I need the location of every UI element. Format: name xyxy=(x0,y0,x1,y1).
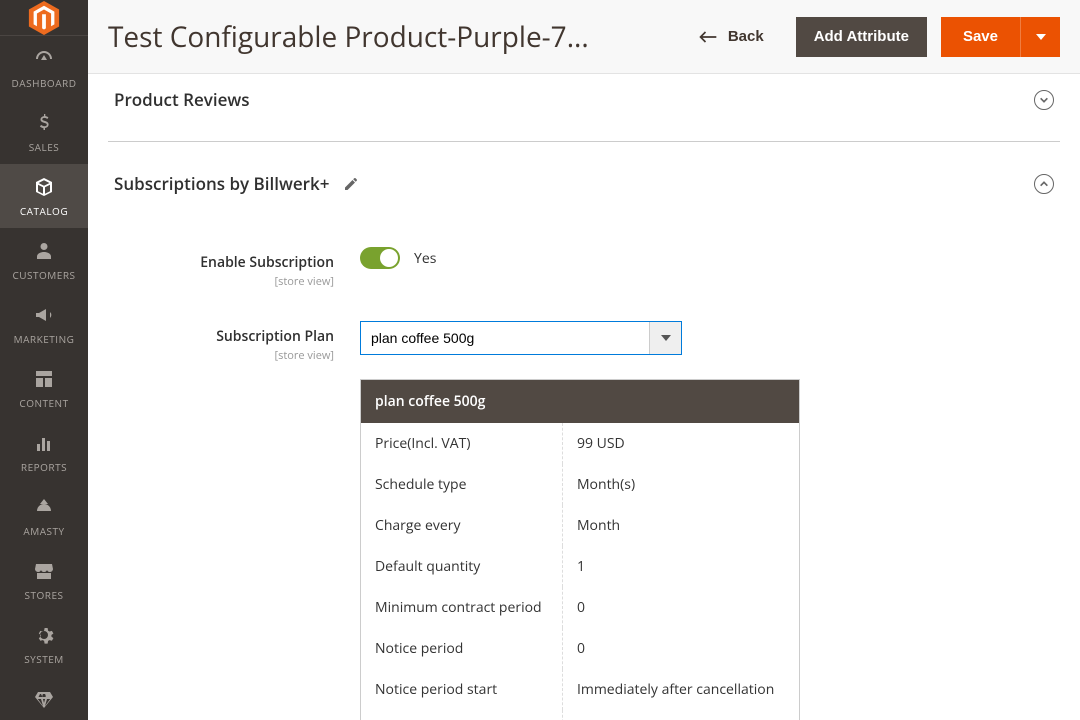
save-options-toggle[interactable] xyxy=(1020,17,1060,57)
magento-logo[interactable] xyxy=(0,0,88,36)
plan-detail-value: Month(s) xyxy=(562,464,799,505)
plan-detail-key: Notice period xyxy=(361,628,562,669)
save-button[interactable]: Save xyxy=(941,17,1020,57)
main-column: Test Configurable Product-Purple-7... Ba… xyxy=(88,0,1080,720)
sidebar-item-label: CUSTOMERS xyxy=(12,268,75,282)
section-title: Subscriptions by Billwerk+ xyxy=(114,172,329,195)
dollar-icon xyxy=(33,112,55,134)
plan-detail-value: Inactive xyxy=(562,710,799,720)
sidebar-item-label: SYSTEM xyxy=(24,652,64,666)
caret-down-icon xyxy=(1035,31,1047,43)
sidebar-item-catalog[interactable]: CATALOG xyxy=(0,164,88,228)
sidebar-item-label: AMASTY xyxy=(23,524,64,538)
sidebar-item-marketing[interactable]: MARKETING xyxy=(0,292,88,356)
field-scope: [store view] xyxy=(114,348,334,363)
pencil-icon[interactable] xyxy=(343,176,359,192)
sidebar-item-label: STORES xyxy=(25,588,64,602)
plan-details-box: plan coffee 500g Price(Incl. VAT)99 USDS… xyxy=(360,379,800,720)
plan-detail-key: Charge every xyxy=(361,505,562,546)
plan-detail-row: Price(Incl. VAT)99 USD xyxy=(361,423,799,464)
box-icon xyxy=(33,176,55,198)
sidebar-item-content[interactable]: CONTENT xyxy=(0,356,88,420)
expand-icon xyxy=(1034,90,1054,110)
sidebar-item-system[interactable]: SYSTEM xyxy=(0,612,88,676)
plan-detail-key: Include setup fee xyxy=(361,710,562,720)
arrow-left-icon xyxy=(698,30,718,44)
field-label: Subscription Plan xyxy=(216,327,334,346)
collapse-icon xyxy=(1034,174,1054,194)
gear-icon xyxy=(33,624,55,646)
plan-detail-value: Immediately after cancellation xyxy=(562,669,799,710)
sidebar-item-sales[interactable]: SALES xyxy=(0,100,88,164)
select-dropdown-toggle[interactable] xyxy=(649,322,681,354)
storefront-icon xyxy=(33,560,55,582)
back-button-label: Back xyxy=(728,28,764,45)
plan-detail-key: Notice period start xyxy=(361,669,562,710)
layout-icon xyxy=(33,368,55,390)
sidebar-item-dashboard[interactable]: DASHBOARD xyxy=(0,36,88,100)
row-enable-subscription: Enable Subscription [store view] Yes xyxy=(114,231,1054,305)
plan-detail-key: Schedule type xyxy=(361,464,562,505)
megaphone-icon xyxy=(33,304,55,326)
sidebar-item-stores[interactable]: STORES xyxy=(0,548,88,612)
section-header-product-reviews[interactable]: Product Reviews xyxy=(108,78,1060,137)
sidebar-item-label: REPORTS xyxy=(21,460,67,474)
add-attribute-label: Add Attribute xyxy=(814,28,909,45)
row-subscription-plan: Subscription Plan [store view] xyxy=(114,305,1054,379)
enable-subscription-toggle[interactable] xyxy=(360,247,400,269)
add-attribute-button[interactable]: Add Attribute xyxy=(796,17,927,57)
sidebar-item-partners[interactable] xyxy=(0,676,88,720)
sidebar-item-reports[interactable]: REPORTS xyxy=(0,420,88,484)
plan-detail-key: Minimum contract period xyxy=(361,587,562,628)
section-header-subscriptions[interactable]: Subscriptions by Billwerk+ xyxy=(108,146,1060,221)
sidebar-item-label: CATALOG xyxy=(20,204,68,218)
gauge-icon xyxy=(33,48,55,70)
plan-detail-row: Default quantity1 xyxy=(361,546,799,587)
plan-detail-key: Default quantity xyxy=(361,546,562,587)
field-label: Enable Subscription xyxy=(200,253,334,272)
sidebar-item-amasty[interactable]: AMASTY xyxy=(0,484,88,548)
plan-detail-key: Price(Incl. VAT) xyxy=(361,423,562,464)
section-product-reviews: Product Reviews xyxy=(108,74,1060,142)
page-header: Test Configurable Product-Purple-7... Ba… xyxy=(88,0,1080,74)
plan-detail-value: 99 USD xyxy=(562,423,799,464)
plan-detail-value: 0 xyxy=(562,587,799,628)
section-title: Product Reviews xyxy=(114,88,250,111)
sidebar-item-label: CONTENT xyxy=(19,396,68,410)
plan-detail-row: Schedule typeMonth(s) xyxy=(361,464,799,505)
save-button-label: Save xyxy=(963,28,998,45)
plan-details-table: Price(Incl. VAT)99 USDSchedule typeMonth… xyxy=(361,423,799,720)
sidebar-item-label: DASHBOARD xyxy=(12,76,77,90)
plan-detail-row: Notice period startImmediately after can… xyxy=(361,669,799,710)
plan-detail-row: Notice period0 xyxy=(361,628,799,669)
save-split-button: Save xyxy=(941,17,1060,57)
bars-icon xyxy=(33,432,55,454)
back-button[interactable]: Back xyxy=(680,17,782,57)
plan-details-header: plan coffee 500g xyxy=(361,380,799,423)
admin-sidebar: DASHBOARD SALES CATALOG CUSTOMERS MARKETING C… xyxy=(0,0,88,720)
subscription-plan-select[interactable] xyxy=(360,321,682,355)
toggle-value-label: Yes xyxy=(414,249,436,268)
sidebar-item-label: MARKETING xyxy=(14,332,75,346)
plan-detail-value: 1 xyxy=(562,546,799,587)
plan-detail-value: Month xyxy=(562,505,799,546)
page-title: Test Configurable Product-Purple-7... xyxy=(108,18,666,56)
sidebar-item-label: SALES xyxy=(29,140,60,154)
magento-logo-icon xyxy=(27,1,61,35)
sidebar-item-customers[interactable]: CUSTOMERS xyxy=(0,228,88,292)
person-icon xyxy=(33,240,55,262)
caret-down-icon xyxy=(661,333,671,343)
field-scope: [store view] xyxy=(114,274,334,289)
diamond-icon xyxy=(33,688,55,710)
content-area: Product Reviews Subscriptions by Billwer… xyxy=(88,74,1080,720)
subscriptions-form: Enable Subscription [store view] Yes Sub… xyxy=(108,221,1060,720)
plan-detail-value: 0 xyxy=(562,628,799,669)
plan-detail-row: Include setup feeInactive xyxy=(361,710,799,720)
plan-detail-row: Minimum contract period0 xyxy=(361,587,799,628)
section-subscriptions: Subscriptions by Billwerk+ Enable Subscr… xyxy=(108,142,1060,720)
amasty-icon xyxy=(33,496,55,518)
plan-detail-row: Charge everyMonth xyxy=(361,505,799,546)
